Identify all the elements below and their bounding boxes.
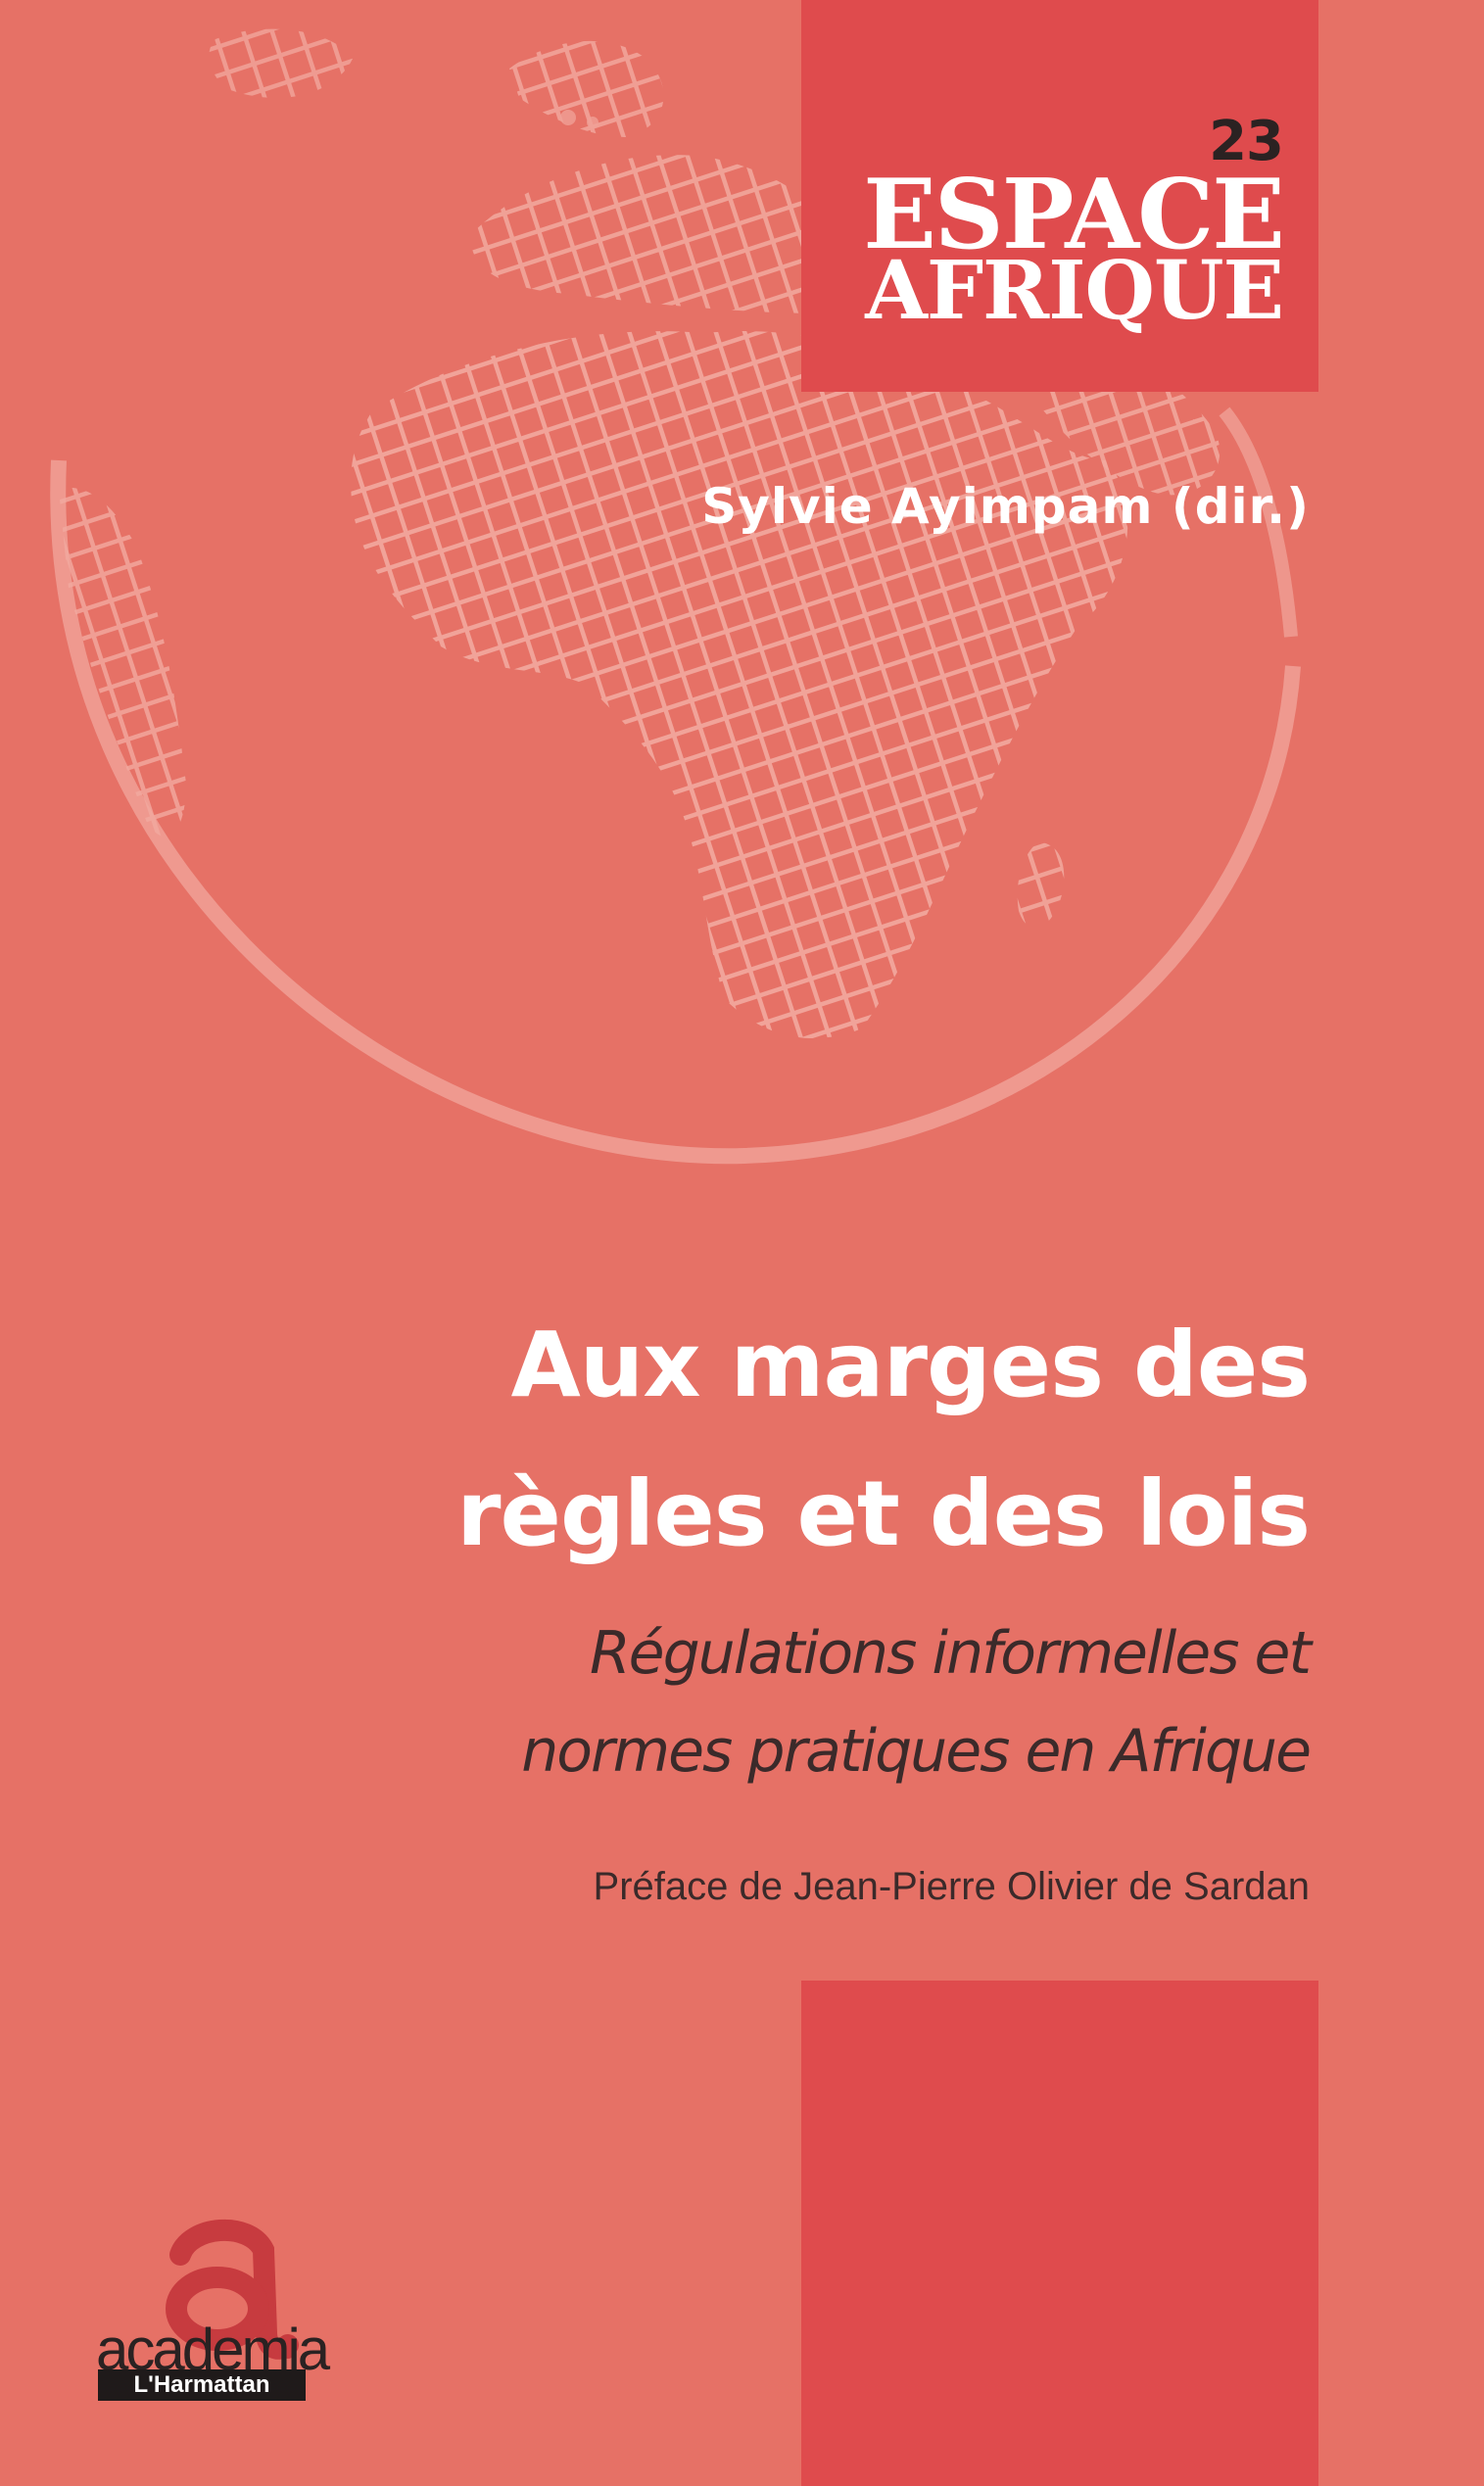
book-title: Aux marges des règles et des lois [330,1291,1311,1589]
africa-landmass [351,331,1128,1038]
series-name: ESPACE AFRIQUE [813,167,1285,339]
book-cover: 23 ESPACE AFRIQUE Sylvie Ayimpam (dir.) … [0,0,1484,2486]
publisher-logo: academia L'Harmattan [96,2216,330,2402]
preface-credit: Préface de Jean-Pierre Olivier de Sardan [593,1865,1310,1908]
scandinavia-landmass [509,40,664,137]
bottom-accent-block [801,1981,1318,2486]
series-name-line2: AFRIQUE [865,244,1284,339]
greenland-landmass [209,28,353,98]
publisher-imprint: L'Harmattan [98,2369,306,2401]
book-subtitle-line1: Régulations informelles et [589,1619,1312,1688]
book-title-line2: règles et des lois [456,1461,1311,1566]
book-title-line1: Aux marges des [510,1313,1311,1417]
series-block: 23 ESPACE AFRIQUE [801,0,1318,392]
book-subtitle: Régulations informelles et normes pratiq… [330,1604,1312,1800]
madagascar-landmass [1017,842,1065,929]
author-name: Sylvie Ayimpam (dir.) [701,478,1310,535]
book-subtitle-line2: normes pratiques en Afrique [521,1717,1312,1786]
